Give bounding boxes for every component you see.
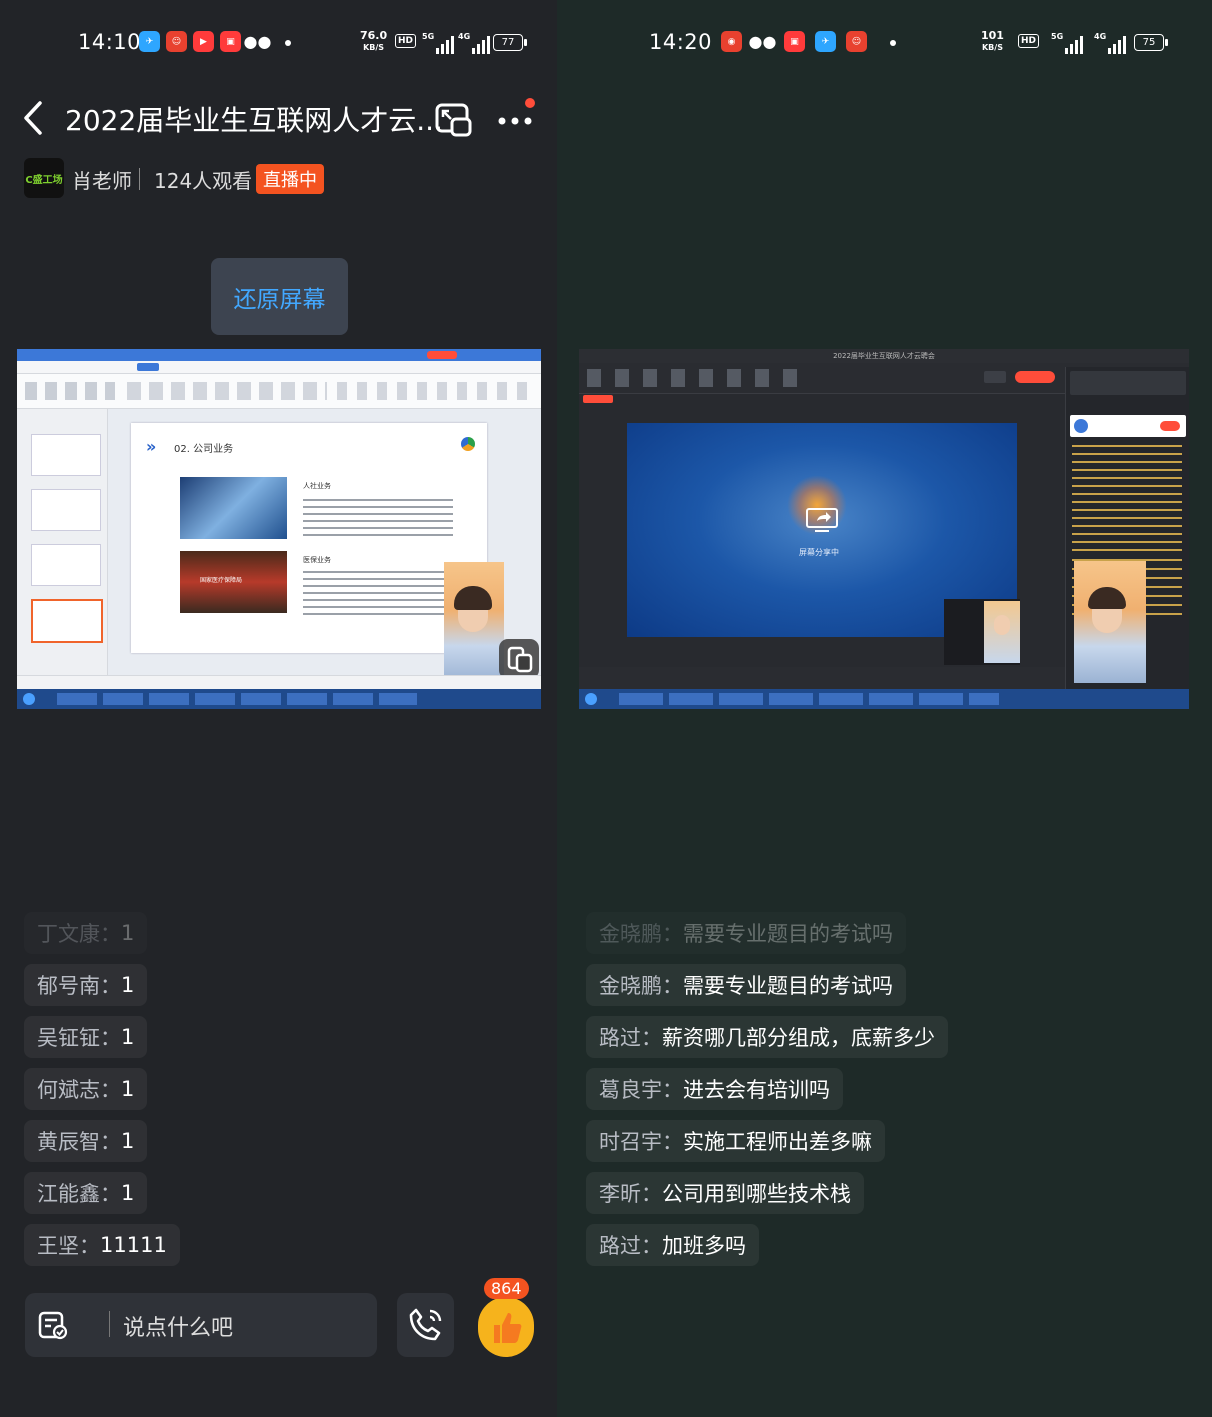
thumbs-up-icon (494, 1313, 522, 1343)
live-title: 2022届毕业生互联网人才云... (65, 104, 443, 137)
switch-screen-icon[interactable] (499, 639, 539, 679)
presenter-camera-feed (1074, 561, 1146, 683)
telegram-icon: ✈ (139, 31, 160, 52)
status-time: 14:10 (78, 30, 142, 54)
battery-icon: 75 (1134, 34, 1168, 51)
status-time: 14:20 (649, 30, 713, 54)
shared-screen-meeting[interactable]: 2022届毕业生互联网人才云聘会 屏幕分享中 (579, 349, 1189, 709)
wechat-icon: ●● (748, 32, 777, 51)
shared-screen-presentation[interactable]: » 02. 公司业务 国家医疗保障局 人社业务 医保业务 (17, 349, 541, 709)
signal-4g-icon: 4G (458, 32, 492, 54)
app-face-icon: ☺ (846, 31, 867, 52)
phone-call-icon (409, 1308, 442, 1341)
host-name[interactable]: 肖老师 (72, 165, 132, 194)
meeting-side-panel (1065, 367, 1189, 693)
news-app-icon: ▣ (784, 31, 805, 52)
signal-5g-icon: 5G (422, 32, 456, 54)
meeting-window-title: 2022届毕业生互联网人才云聘会 (579, 349, 1189, 363)
right-phone-screen: 14:20 ◉ ●● ▣ ✈ ☺ 101 KB/S HD 5G 4G 75 202… (557, 0, 1212, 1417)
company-logo-icon (461, 437, 475, 451)
comment-item: 黄辰智： 1 (24, 1120, 148, 1162)
network-speed: 101 KB/S (981, 29, 1004, 52)
slide-heading: 02. 公司业务 (174, 444, 234, 455)
restore-screen-button[interactable]: 还原屏幕 (211, 258, 348, 335)
video-app-icon: ▶ (193, 31, 214, 52)
slide-thumbnails-panel[interactable] (17, 409, 108, 675)
comment-item: 金晓鹏：需要专业题目的考试吗 (586, 964, 906, 1006)
host-avatar[interactable]: C盛工场 (24, 158, 64, 198)
section-title-social: 人社业务 (303, 482, 331, 490)
comment-input-placeholder[interactable]: 说点什么吧 (123, 1310, 233, 1342)
like-count-badge: 864 (484, 1278, 529, 1299)
battery-icon: 77 (493, 34, 527, 51)
task-list-icon[interactable] (37, 1309, 69, 1341)
comment-item: 何斌志： 1 (24, 1068, 148, 1110)
news-app-icon: ▣ (220, 31, 241, 52)
status-bar: 14:10 ✈ ☺ ▶ ▣ ●● 76.0 KB/S HD 5G 4G 77 (0, 24, 557, 64)
menu-bar (17, 361, 541, 374)
more-notifications-dot (285, 40, 291, 46)
presenter-camera-small (944, 599, 1020, 665)
editor-statusbar (17, 675, 541, 690)
signal-5g-icon: 5G (1051, 32, 1085, 54)
network-speed: 76.0 KB/S (360, 29, 388, 52)
call-button[interactable] (397, 1293, 454, 1357)
notification-dot (525, 98, 535, 108)
comment-item: 路过：加班多吗 (586, 1224, 759, 1266)
comment-input[interactable]: 说点什么吧 (25, 1293, 377, 1357)
comment-item: 葛良宇：进去会有培训吗 (586, 1068, 843, 1110)
ribbon-toolbar (17, 374, 541, 409)
viewer-count: 124人观看 (154, 169, 253, 193)
section-title-medical: 医保业务 (303, 556, 331, 564)
hd-voice-icon: HD (395, 34, 417, 48)
screenshot-root: 14:10 ✈ ☺ ▶ ▣ ●● 76.0 KB/S HD 5G 4G 77 20… (0, 0, 1212, 1417)
comment-item: 时召宇：实施工程师出差多嘛 (586, 1120, 885, 1162)
chevron-right-icon: » (146, 437, 157, 456)
status-bar: 14:20 ◉ ●● ▣ ✈ ☺ 101 KB/S HD 5G 4G 75 (557, 24, 1212, 64)
picture-in-picture-icon[interactable] (434, 99, 474, 139)
live-status-badge: 直播中 (256, 164, 324, 194)
more-notifications-dot (890, 40, 896, 46)
sharing-status-text: 屏幕分享中 (799, 548, 839, 557)
app-face-icon: ☺ (166, 31, 187, 52)
back-arrow-icon[interactable] (22, 100, 44, 136)
wechat-icon: ●● (243, 32, 272, 51)
comment-item: 江能鑫： 1 (24, 1172, 148, 1214)
recording-indicator (583, 395, 613, 403)
like-button[interactable] (478, 1297, 534, 1357)
window-tabbar (17, 349, 541, 361)
windows-taskbar (579, 689, 1189, 709)
comment-item: 王坚： 11111 (24, 1224, 180, 1266)
left-phone-screen: 14:10 ✈ ☺ ▶ ▣ ●● 76.0 KB/S HD 5G 4G 77 20… (0, 0, 557, 1417)
comment-item: 路过：薪资哪几部分组成，底薪多少 (586, 1016, 948, 1058)
comment-item: 郁号南： 1 (24, 964, 148, 1006)
meeting-bottom-bar (579, 667, 1065, 689)
comment-item: 丁文康： 1 (24, 912, 147, 954)
comment-item: 吴钲钲： 1 (24, 1016, 148, 1058)
comment-item: 李昕：公司用到哪些技术栈 (586, 1172, 864, 1214)
weibo-icon: ◉ (721, 31, 742, 52)
hd-voice-icon: HD (1018, 34, 1040, 48)
signal-4g-icon: 4G (1094, 32, 1128, 54)
live-header: 2022届毕业生互联网人才云... (0, 95, 557, 141)
telegram-icon: ✈ (815, 31, 836, 52)
comment-item: 金晓鹏：需要专业题目的考试吗 (586, 912, 906, 954)
slide-canvas[interactable]: » 02. 公司业务 国家医疗保障局 人社业务 医保业务 (131, 423, 487, 653)
windows-taskbar (17, 689, 541, 709)
slide-image-medical: 国家医疗保障局 (180, 551, 287, 613)
slide-image-social (180, 477, 287, 539)
divider (139, 168, 140, 190)
host-info: C盛工场 肖老师 124人观看 直播中 (24, 158, 544, 200)
screen-share-icon (806, 508, 838, 532)
presenter-camera-feed (444, 562, 504, 682)
